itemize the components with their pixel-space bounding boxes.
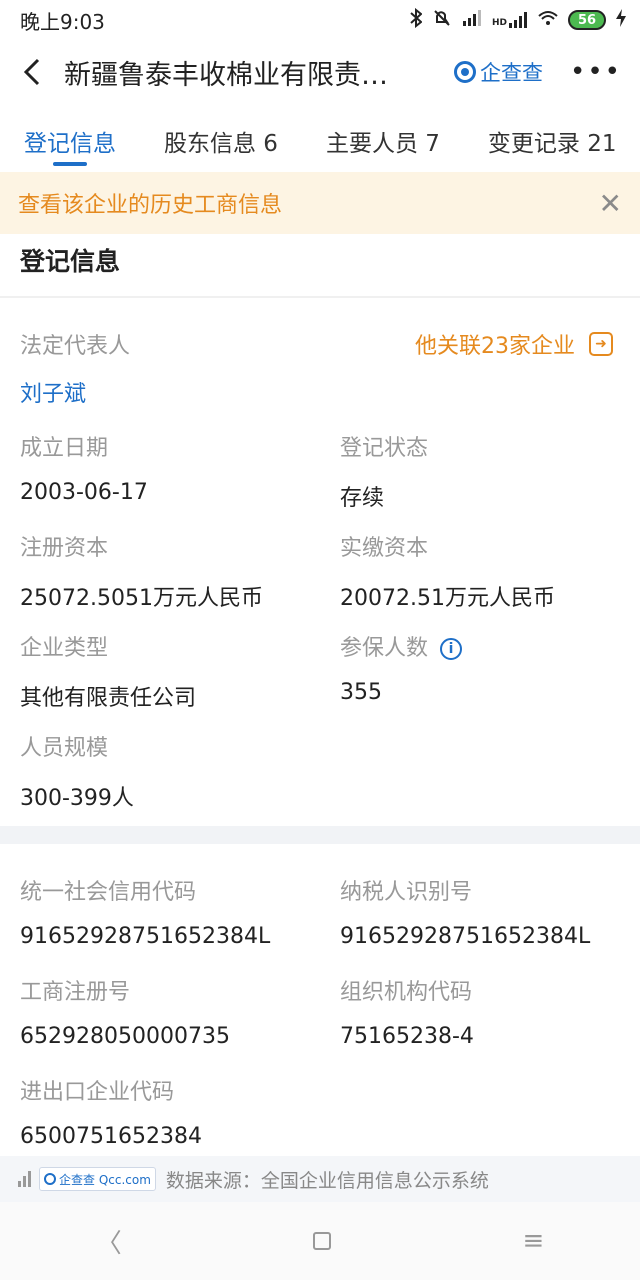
status-bar: 晚上9:03 HD 56: [0, 0, 640, 40]
system-menu-button[interactable]: ≡: [522, 1226, 544, 1256]
legal-representative-field: 法定代表人 刘子斌: [20, 328, 130, 408]
bar-chart-icon: [18, 1171, 31, 1187]
field-label: 实缴资本: [340, 536, 429, 561]
tab-label: 主要人员 7: [325, 131, 440, 157]
chevron-left-icon: [24, 58, 40, 86]
arrow-right-box-icon: ➜: [589, 332, 613, 356]
more-options-button[interactable]: •••: [570, 57, 622, 87]
tab-label: 变更记录 21: [487, 131, 617, 157]
data-source-footer: 企查查 Qcc.com 数据来源：全国企业信用信息公示系统: [0, 1156, 640, 1202]
field-label: 统一社会信用代码: [20, 880, 197, 905]
brand-name: 企查查: [480, 61, 543, 85]
org-code-field: 组织机构代码 75165238-4: [340, 974, 474, 1049]
tab-bar: 登记信息 股东信息 6 主要人员 7 变更记录 21: [0, 110, 640, 172]
related-companies-text[interactable]: 他关联23家企业: [415, 328, 575, 360]
brand-logo[interactable]: 企查查: [454, 57, 543, 87]
field-value: 25072.5051万元人民币: [20, 586, 263, 611]
field-label: 登记状态: [340, 436, 429, 461]
section-separator: [0, 826, 640, 844]
insured-count-field: 参保人数 i 355: [340, 630, 463, 705]
charging-icon: [616, 8, 626, 32]
status-time: 晚上9:03: [20, 9, 105, 34]
back-button[interactable]: [0, 40, 64, 104]
hd-signal-icon: HD: [492, 12, 528, 28]
bluetooth-icon: [410, 7, 423, 33]
tab-change-records[interactable]: 变更记录 21: [488, 110, 617, 158]
credit-code-field: 统一社会信用代码 91652928751652384L: [20, 874, 270, 949]
field-value[interactable]: 91652928751652384L: [20, 924, 270, 949]
field-label: 成立日期: [20, 436, 109, 461]
system-home-button[interactable]: [313, 1232, 332, 1250]
banner-text[interactable]: 查看该企业的历史工商信息: [18, 187, 282, 219]
paid-in-capital-field: 实缴资本 20072.51万元人民币: [340, 530, 555, 612]
divider: [0, 296, 640, 298]
data-source-text: 数据来源：全国企业信用信息公示系统: [165, 1169, 489, 1192]
related-companies-link[interactable]: 他关联23家企业 ➜: [415, 328, 613, 360]
close-icon[interactable]: ✕: [599, 187, 622, 220]
taxpayer-id-field: 纳税人识别号 91652928751652384L: [340, 874, 590, 949]
field-label: 企业类型: [20, 636, 109, 661]
field-value: 20072.51万元人民币: [340, 586, 555, 611]
tab-key-personnel[interactable]: 主要人员 7: [326, 110, 440, 158]
import-export-code-field: 进出口企业代码 6500751652384: [20, 1074, 202, 1149]
field-value: 存续: [340, 486, 385, 511]
qcc-badge: 企查查 Qcc.com: [39, 1167, 156, 1191]
field-value[interactable]: 75165238-4: [340, 1024, 474, 1049]
tab-label: 登记信息: [24, 131, 116, 157]
field-label: 组织机构代码: [340, 980, 473, 1005]
field-label: 法定代表人: [20, 334, 131, 359]
qcc-logo-icon: [454, 61, 476, 83]
staff-size-field: 人员规模 300-399人: [20, 730, 134, 812]
business-reg-no-field: 工商注册号 652928050000735: [20, 974, 230, 1049]
info-icon[interactable]: i: [440, 638, 463, 660]
battery-indicator: 56: [568, 10, 606, 30]
field-value: 2003-06-17: [20, 480, 148, 505]
registered-capital-field: 注册资本 25072.5051万元人民币: [20, 530, 263, 612]
tab-shareholder-info[interactable]: 股东信息 6: [164, 110, 278, 158]
wifi-icon: [538, 10, 558, 31]
qcc-logo-icon: [44, 1173, 56, 1185]
field-label: 参保人数 i: [340, 630, 463, 662]
field-value[interactable]: 6500751652384: [20, 1124, 202, 1149]
field-value: 355: [340, 680, 382, 705]
signal-icon: [462, 9, 482, 31]
system-navigation-bar: 〈 ≡: [0, 1202, 640, 1280]
qcc-badge-text: 企查查 Qcc.com: [59, 1172, 151, 1187]
field-label: 进出口企业代码: [20, 1080, 175, 1105]
tab-label: 股东信息 6: [164, 131, 278, 157]
field-label: 纳税人识别号: [340, 880, 473, 905]
company-type-field: 企业类型 其他有限责任公司: [20, 630, 196, 712]
established-date-field: 成立日期 2003-06-17: [20, 430, 148, 505]
field-label: 人员规模: [20, 736, 109, 761]
system-back-button[interactable]: 〈: [96, 1223, 122, 1260]
active-tab-indicator: [53, 162, 87, 166]
page-title: 新疆鲁泰丰收棉业有限责…: [64, 59, 388, 91]
field-label: 工商注册号: [20, 980, 131, 1005]
field-label-text: 参保人数: [340, 636, 429, 661]
field-label: 注册资本: [20, 536, 109, 561]
tab-registration-info[interactable]: 登记信息: [24, 110, 116, 166]
history-banner[interactable]: 查看该企业的历史工商信息 ✕: [0, 172, 640, 234]
section-title: 登记信息: [20, 247, 121, 276]
legal-representative-link[interactable]: 刘子斌: [20, 376, 130, 408]
app-header: 新疆鲁泰丰收棉业有限责… 企查查 •••: [0, 40, 640, 104]
status-icons: HD 56: [410, 7, 626, 33]
field-value: 300-399人: [20, 786, 134, 811]
field-value[interactable]: 652928050000735: [20, 1024, 230, 1049]
field-value[interactable]: 91652928751652384L: [340, 924, 590, 949]
registration-status-field: 登记状态 存续: [340, 430, 428, 512]
field-value: 其他有限责任公司: [20, 686, 197, 711]
mute-icon: [432, 8, 452, 33]
hd-label: HD: [491, 18, 507, 28]
